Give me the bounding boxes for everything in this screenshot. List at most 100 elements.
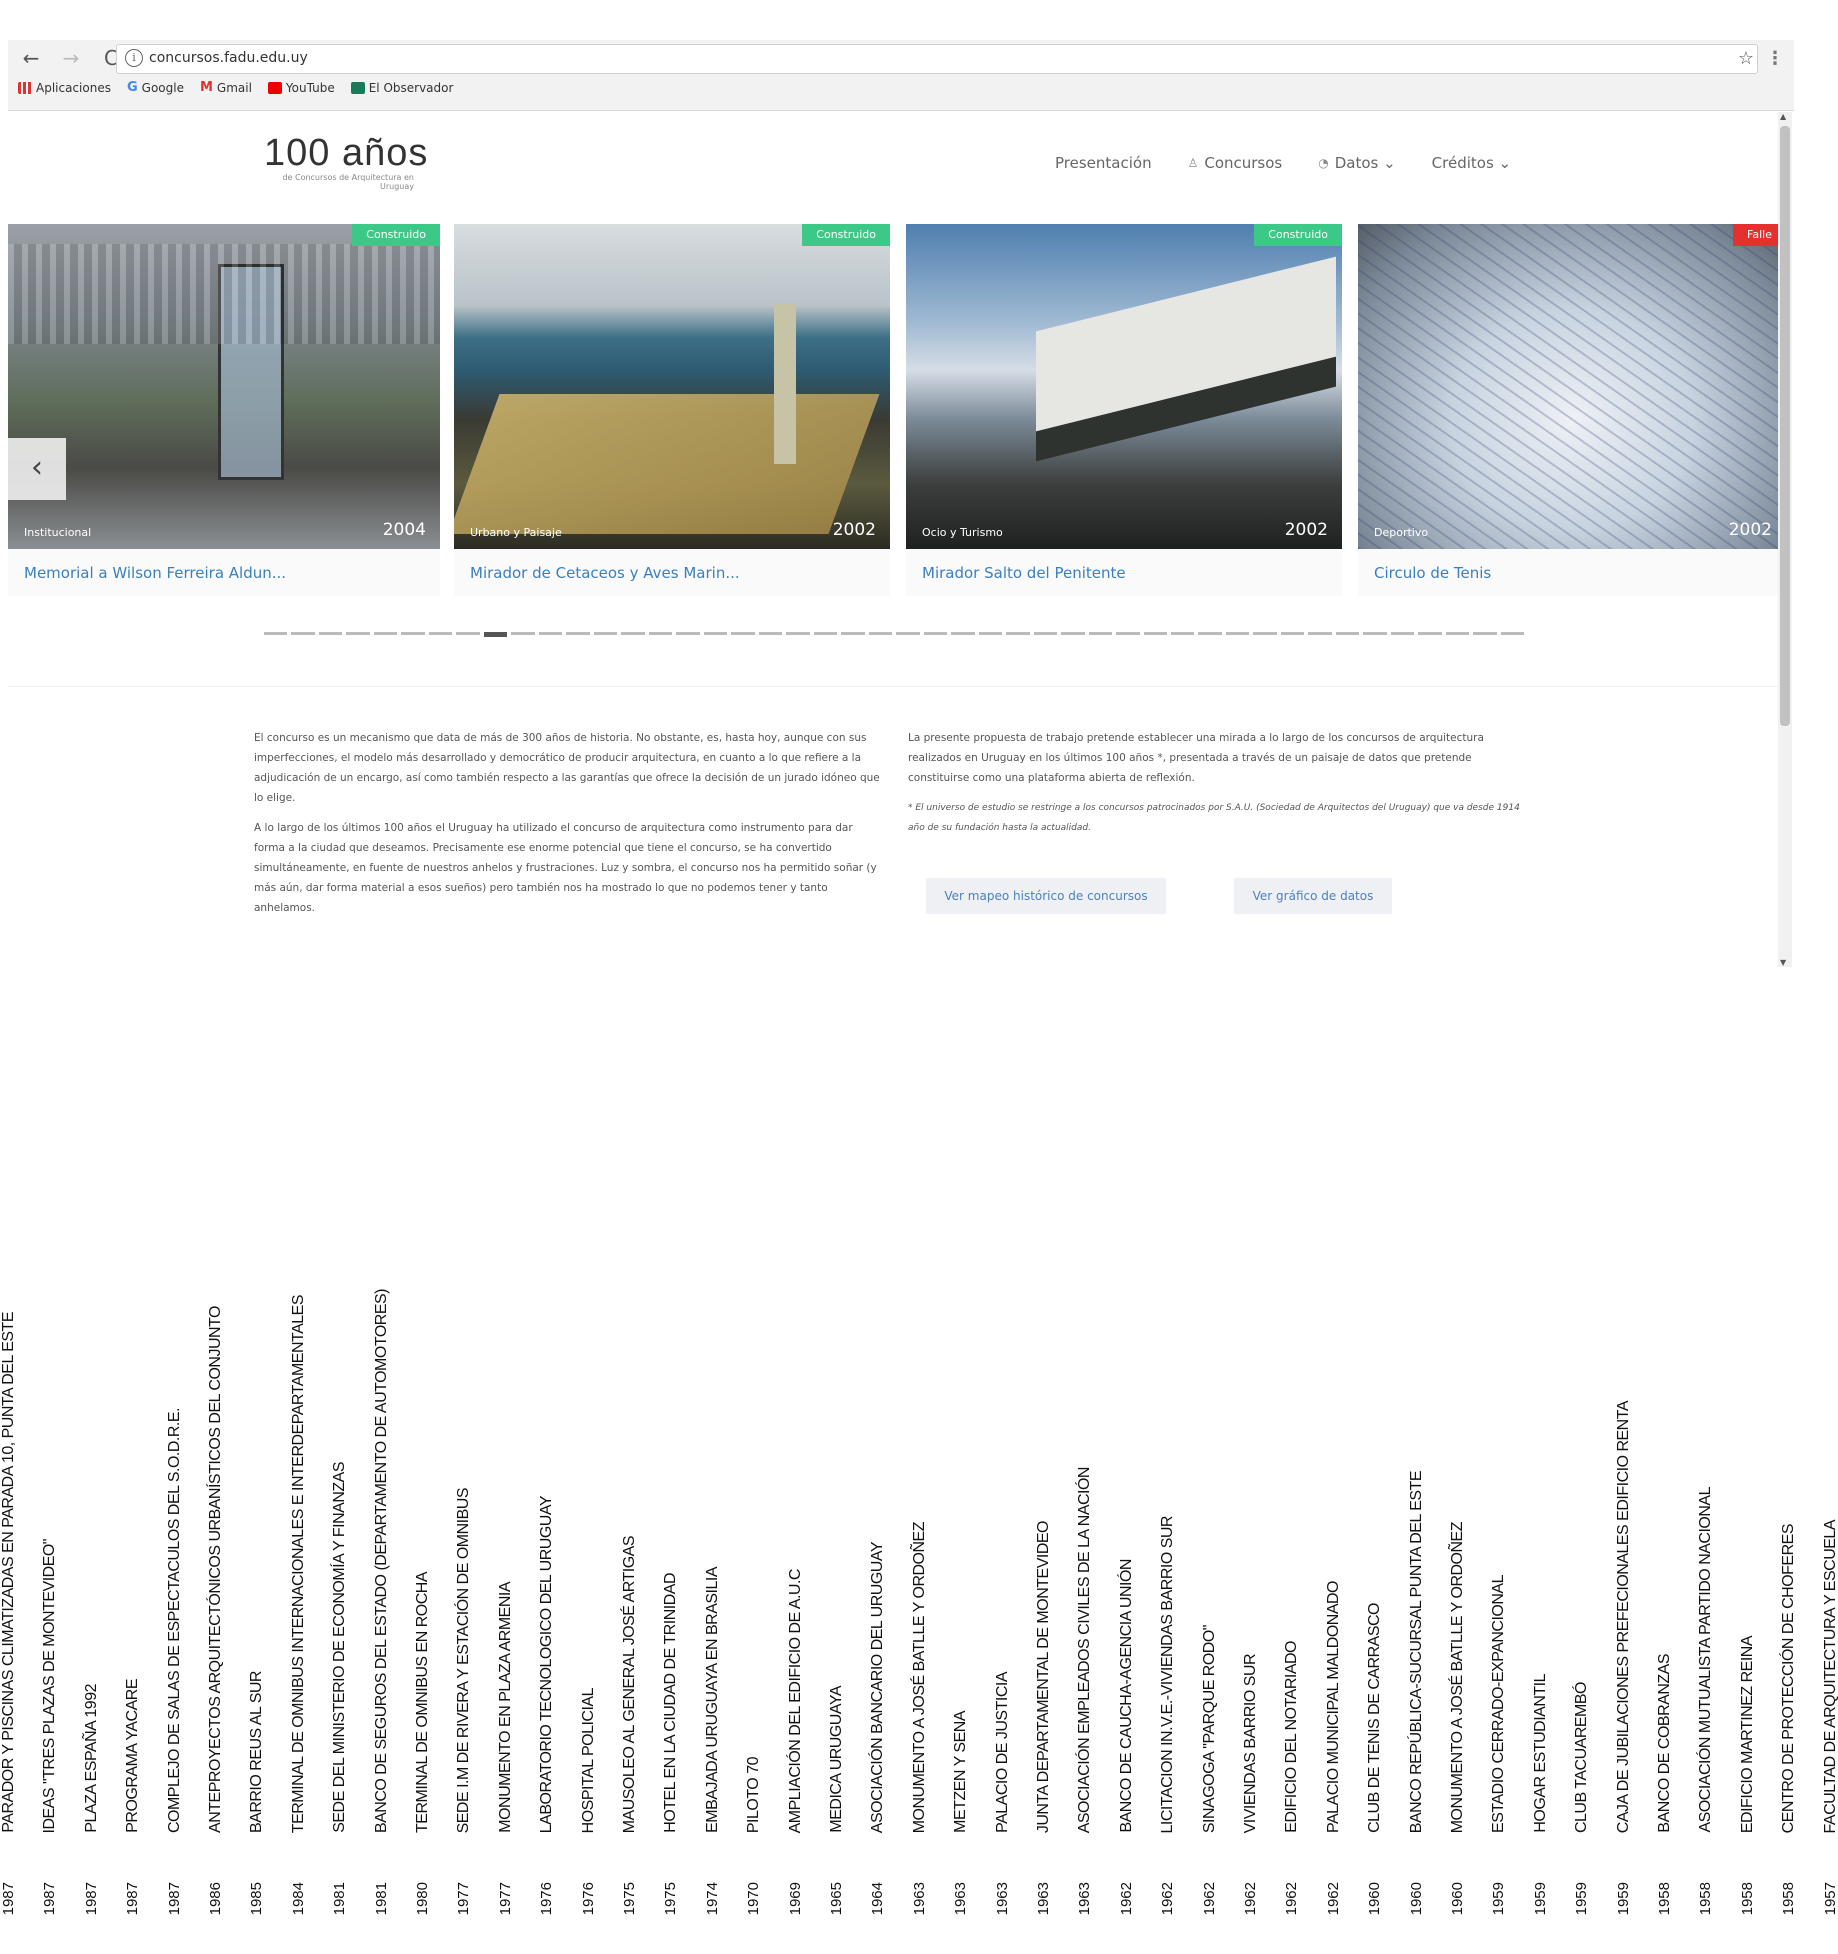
bookmark-gmail[interactable]: M Gmail [200, 80, 252, 95]
pagination-dot[interactable] [1280, 632, 1305, 635]
pagination-dot[interactable] [1033, 632, 1058, 635]
pagination-dot[interactable] [511, 632, 535, 635]
pagination-dot[interactable] [1500, 632, 1525, 635]
project-year: 1959 [1614, 1881, 1632, 1915]
pagination-dot[interactable] [373, 632, 398, 635]
pagination-dot[interactable] [346, 632, 370, 635]
pagination-dot[interactable] [1170, 632, 1195, 635]
project-title-link[interactable]: Mirador Salto del Penitente [922, 564, 1126, 582]
pagination-dot[interactable] [868, 632, 893, 635]
pagination-dot[interactable] [1253, 632, 1277, 635]
project-image [906, 224, 1342, 549]
pagination-dot[interactable] [841, 632, 865, 635]
project-year: 1965 [828, 1881, 845, 1915]
pagination-dot[interactable] [1143, 632, 1167, 635]
scroll-up-icon[interactable]: ▲ [1780, 112, 1786, 121]
project-year: 1986 [207, 1881, 224, 1915]
back-icon[interactable]: ← [18, 46, 44, 70]
project-name: MONUMENTO A JOSÉ BATLLE Y ORDOÑEZ [1449, 1521, 1466, 1833]
page-scrollbar[interactable]: ▲ ▼ [1778, 112, 1792, 967]
pagination-dot[interactable] [428, 632, 453, 635]
menu-kebab-icon[interactable]: ⋮ [1766, 48, 1784, 69]
pagination-dot[interactable] [483, 632, 508, 637]
bookmark-star-icon[interactable]: ☆ [1738, 48, 1754, 69]
nav-creditos[interactable]: Créditos ⌄ [1432, 154, 1511, 172]
historic-map-button[interactable]: Ver mapeo histórico de concursos [926, 878, 1166, 914]
data-chart-button[interactable]: Ver gráfico de datos [1234, 878, 1392, 914]
pagination-dot[interactable] [951, 632, 975, 635]
pagination-dot[interactable] [621, 632, 645, 635]
pagination-dot[interactable] [648, 632, 673, 635]
address-bar[interactable]: i concursos.fadu.edu.uy [116, 44, 1758, 74]
pagination-dot[interactable] [1225, 632, 1250, 635]
scroll-down-icon[interactable]: ▼ [1780, 958, 1786, 967]
pagination-dot[interactable] [1473, 632, 1497, 635]
bookmark-google[interactable]: G Google [127, 80, 184, 95]
pagination-dot[interactable] [1006, 632, 1030, 635]
pagination-dot[interactable] [566, 632, 590, 635]
project-card[interactable]: Construido Institucional 2004 Memorial a… [8, 224, 440, 596]
project-year: 1959 [1490, 1881, 1508, 1915]
pagination-dot[interactable] [456, 632, 480, 635]
project-card[interactable]: Construido Ocio y Turismo 2002 Mirador S… [906, 224, 1342, 596]
pagination-dot[interactable] [1363, 632, 1387, 635]
pagination-dot[interactable] [1445, 632, 1470, 635]
carousel-prev-button[interactable]: ‹ [8, 438, 66, 500]
project-name: CAJA DE JUBILACIONES PREFECIONALES EDIFI… [1614, 1400, 1632, 1833]
pagination-dot[interactable] [1088, 632, 1113, 635]
project-name: AMPLIACIÓN DEL EDIFICIO DE A.U.C [786, 1568, 804, 1833]
nav-presentacion[interactable]: Presentación [1055, 154, 1152, 172]
project-year: 1963 [952, 1881, 970, 1915]
bookmark-label: El Observador [368, 80, 454, 95]
project-title-link[interactable]: Circulo de Tenis [1374, 564, 1491, 582]
pagination-dot[interactable] [758, 632, 783, 635]
project-name: SEDE DEL MINISTERIO DE ECONOMÍA Y FINANZ… [331, 1462, 349, 1833]
pagination-dot[interactable] [786, 632, 810, 635]
bookmark-youtube[interactable]: YouTube [267, 81, 335, 95]
pagination-dot[interactable] [813, 632, 838, 635]
project-title-link[interactable]: Memorial a Wilson Ferreira Aldun... [24, 564, 286, 582]
pagination-dot[interactable] [1116, 632, 1140, 635]
project-title-link[interactable]: Mirador de Cetaceos y Aves Marin... [470, 564, 740, 582]
pagination-dot[interactable] [896, 632, 920, 635]
info-icon[interactable]: i [125, 49, 143, 67]
pagination-dot[interactable] [264, 632, 288, 635]
forward-icon[interactable]: → [58, 46, 84, 70]
project-year: 1980 [414, 1881, 431, 1915]
pagination-dot[interactable] [538, 632, 563, 635]
site-logo[interactable]: 100 años de Concursos de Arquitectura en… [264, 132, 428, 191]
timeline-label: MONUMENTO A JOSÉ BATLLE Y ORDOÑEZ 1963 [903, 1255, 933, 1915]
pagination-dot[interactable] [923, 632, 948, 635]
project-name: TERMINAL DE OMNIBUS EN ROCHA [414, 1572, 431, 1833]
pagination-dot[interactable] [1335, 632, 1360, 635]
pagination-dot[interactable] [401, 632, 425, 635]
project-card[interactable]: Construido Urbano y Paisaje 2002 Mirador… [454, 224, 890, 596]
pagination-dot[interactable] [676, 632, 700, 635]
pagination-dot[interactable] [731, 632, 755, 635]
pagination-dot[interactable] [1418, 632, 1442, 635]
bookmark-observador[interactable]: El Observador [350, 80, 454, 95]
scrollbar-thumb[interactable] [1780, 126, 1790, 726]
project-name: ESTADIO CERRADO-EXPANCIONAL [1490, 1575, 1508, 1833]
pagination-dot[interactable] [1308, 632, 1332, 635]
pagination-dot[interactable] [703, 632, 728, 635]
project-name: METZEN Y SENA [952, 1711, 970, 1833]
project-year: 1960 [1449, 1881, 1466, 1915]
project-name: BANCO DE COBRANZAS [1656, 1654, 1673, 1833]
pagination-dot[interactable] [978, 632, 1003, 635]
pagination-dot[interactable] [593, 632, 618, 635]
project-name: SEDE I.M DE RIVERA Y ESTACIÓN DE OMNIBUS [455, 1487, 473, 1833]
bookmark-apps[interactable]: Aplicaciones [18, 81, 111, 95]
pagination-dot[interactable] [291, 632, 315, 635]
nav-datos[interactable]: ◔ Datos ⌄ [1318, 154, 1395, 172]
project-name: HOTEL EN LA CIUDAD DE TRINIDAD [662, 1573, 680, 1833]
pagination-dot[interactable] [318, 632, 343, 635]
project-name: BANCO DE CAUCHA-AGENCIA UNIÓN [1117, 1559, 1135, 1833]
url-text[interactable]: concursos.fadu.edu.uy [149, 50, 308, 66]
project-name: PROGRAMA YACARE [124, 1679, 142, 1833]
project-card[interactable]: Falle Deportivo 2002 Circulo de Tenis [1358, 224, 1786, 596]
pagination-dot[interactable] [1198, 632, 1222, 635]
nav-concursos[interactable]: ♙ Concursos [1188, 154, 1283, 172]
pagination-dot[interactable] [1061, 632, 1085, 635]
pagination-dot[interactable] [1390, 632, 1415, 635]
